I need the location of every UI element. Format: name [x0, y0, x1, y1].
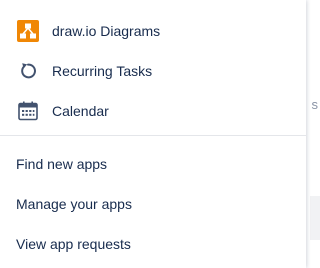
- app-label-recurring-tasks: Recurring Tasks: [52, 63, 153, 79]
- background-text-fragment: s: [311, 97, 319, 112]
- page: s draw.io Diagrams Recurring Tasks Calen…: [0, 0, 320, 268]
- apps-dropdown-menu: draw.io Diagrams Recurring Tasks Calenda…: [0, 0, 306, 268]
- recurring-refresh-icon: [17, 60, 39, 82]
- app-label-calendar: Calendar: [52, 103, 109, 119]
- background-page-edge: s: [306, 0, 320, 268]
- background-panel-fragment: [310, 196, 320, 240]
- app-item-calendar[interactable]: Calendar: [0, 91, 306, 131]
- app-label-drawio: draw.io Diagrams: [52, 23, 161, 39]
- menu-divider: [0, 135, 306, 136]
- find-new-apps-link[interactable]: Find new apps: [0, 144, 306, 184]
- view-app-requests-link[interactable]: View app requests: [0, 224, 306, 264]
- app-item-drawio[interactable]: draw.io Diagrams: [0, 11, 306, 51]
- drawio-icon: [17, 20, 39, 42]
- manage-your-apps-link[interactable]: Manage your apps: [0, 184, 306, 224]
- app-item-recurring-tasks[interactable]: Recurring Tasks: [0, 51, 306, 91]
- calendar-icon: [17, 100, 39, 122]
